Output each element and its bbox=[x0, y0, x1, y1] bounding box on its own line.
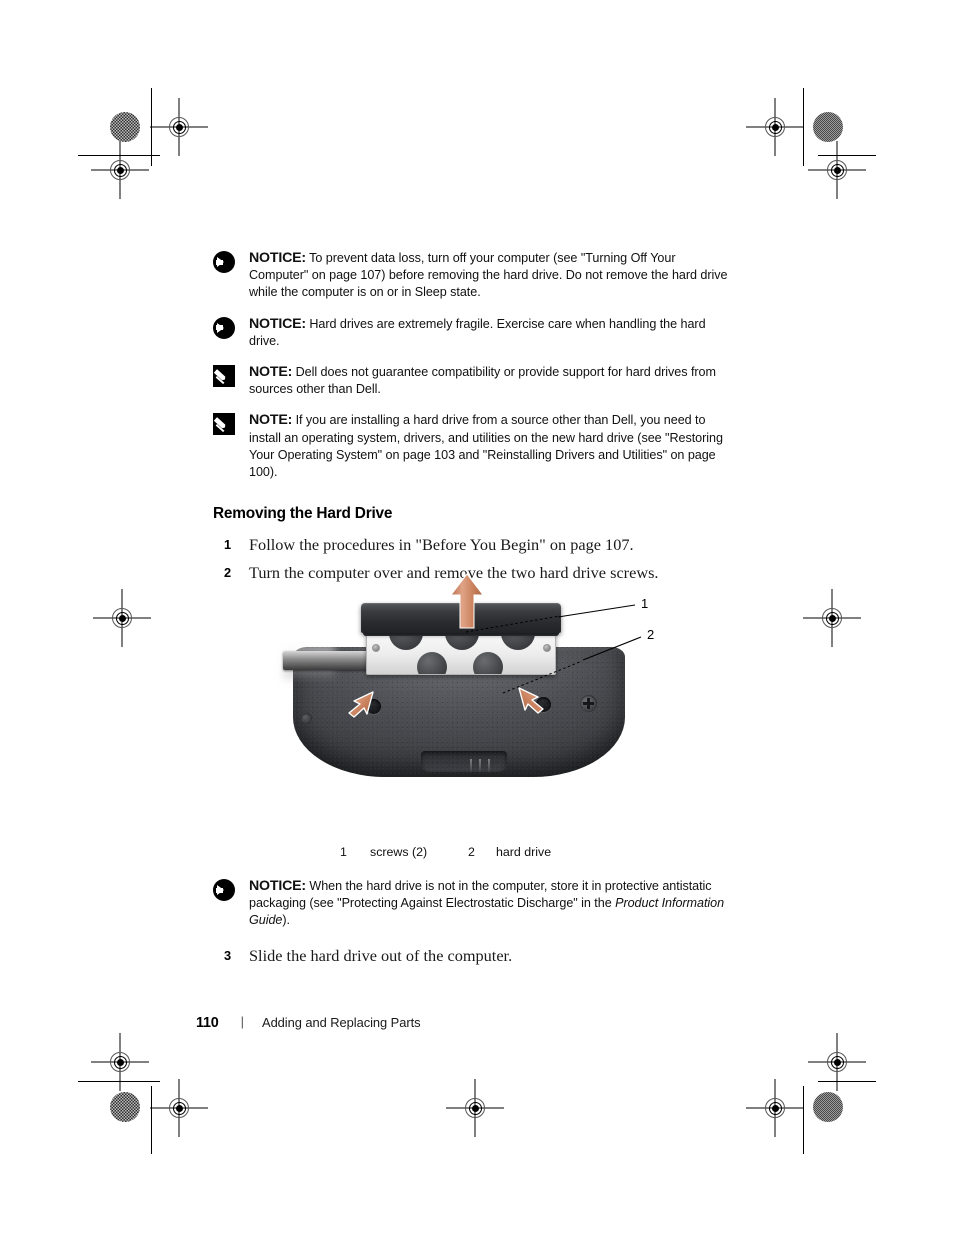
step-number: 1 bbox=[224, 537, 232, 553]
halftone-circle-icon bbox=[110, 1092, 140, 1122]
step-item-3: 3 Slide the hard drive out of the comput… bbox=[213, 944, 733, 967]
crop-line bbox=[818, 1081, 876, 1082]
callout-number-2: 2 bbox=[647, 627, 655, 642]
crop-line bbox=[78, 1081, 160, 1082]
notice-arrow-icon bbox=[213, 316, 235, 339]
page-content-lower: NOTICE: When the hard drive is not in th… bbox=[213, 878, 733, 972]
registration-target-icon bbox=[808, 1033, 866, 1091]
halftone-circle-icon bbox=[813, 1092, 843, 1122]
registration-target-icon bbox=[746, 98, 804, 156]
note-keyword: NOTE: bbox=[249, 412, 293, 429]
note-text-1: NOTE: Dell does not guarantee compatibil… bbox=[249, 364, 733, 398]
note-keyword: NOTE: bbox=[249, 364, 293, 381]
notice-arrow-icon bbox=[213, 879, 235, 901]
notice-text-2: NOTICE: Hard drives are extremely fragil… bbox=[249, 316, 733, 350]
registration-target-icon bbox=[808, 141, 866, 199]
legend-number-2: 2 bbox=[468, 845, 475, 859]
document-page: NOTICE: To prevent data loss, turn off y… bbox=[0, 0, 954, 1235]
registration-target-icon bbox=[446, 1079, 504, 1137]
registration-target-icon bbox=[150, 98, 208, 156]
note-pencil-icon bbox=[213, 413, 235, 436]
notice-block-1: NOTICE: To prevent data loss, turn off y… bbox=[213, 250, 733, 302]
note-text-2: NOTE: If you are installing a hard drive… bbox=[249, 412, 733, 481]
registration-target-icon bbox=[803, 589, 861, 647]
hard-drive-figure: 1 2 bbox=[213, 573, 733, 885]
note-body: If you are installing a hard drive from … bbox=[249, 413, 723, 480]
note-body: Dell does not guarantee compatibility or… bbox=[249, 365, 716, 397]
notice-block-2: NOTICE: Hard drives are extremely fragil… bbox=[213, 316, 733, 350]
notice-body: To prevent data loss, turn off your comp… bbox=[249, 251, 728, 300]
notice-block-3: NOTICE: When the hard drive is not in th… bbox=[213, 878, 733, 930]
callout-leader-lines bbox=[465, 604, 642, 694]
legend-label-1: screws (2) bbox=[370, 845, 428, 859]
notice-keyword: NOTICE: bbox=[249, 315, 306, 332]
page-content: NOTICE: To prevent data loss, turn off y… bbox=[213, 250, 733, 589]
step-text: Follow the procedures in "Before You Beg… bbox=[249, 535, 634, 555]
step-text: Slide the hard drive out of the computer… bbox=[249, 945, 513, 965]
legend-number-1: 1 bbox=[340, 845, 347, 859]
chapter-title: Adding and Replacing Parts bbox=[262, 1015, 421, 1030]
notice-body: Hard drives are extremely fragile. Exerc… bbox=[249, 316, 706, 348]
registration-target-icon bbox=[746, 1079, 804, 1137]
registration-target-icon bbox=[150, 1079, 208, 1137]
notice-keyword: NOTICE: bbox=[249, 878, 306, 894]
note-block-2: NOTE: If you are installing a hard drive… bbox=[213, 412, 733, 481]
note-pencil-icon bbox=[213, 365, 235, 388]
halftone-circle-icon bbox=[813, 112, 843, 142]
page-number: 110 bbox=[196, 1015, 219, 1031]
page-footer: 110 | Adding and Replacing Parts bbox=[196, 1014, 421, 1032]
footer-separator: | bbox=[240, 1014, 245, 1029]
registration-target-icon bbox=[91, 1033, 149, 1091]
registration-target-icon bbox=[91, 141, 149, 199]
legend-label-2: hard drive bbox=[496, 845, 552, 859]
notice-body-post: ). bbox=[282, 913, 290, 928]
step-number: 3 bbox=[224, 947, 232, 963]
notice-keyword: NOTICE: bbox=[249, 250, 306, 266]
step-item-1: 1 Follow the procedures in "Before You B… bbox=[213, 533, 733, 556]
note-block-1: NOTE: Dell does not guarantee compatibil… bbox=[213, 364, 733, 398]
halftone-circle-icon bbox=[110, 112, 140, 142]
callout-number-1: 1 bbox=[641, 596, 649, 611]
section-heading: Removing the Hard Drive bbox=[213, 505, 393, 523]
notice-text-3: NOTICE: When the hard drive is not in th… bbox=[249, 878, 733, 930]
step-number: 2 bbox=[224, 565, 232, 581]
notice-text-1: NOTICE: To prevent data loss, turn off y… bbox=[249, 250, 733, 302]
registration-target-icon bbox=[93, 589, 151, 647]
notice-arrow-icon bbox=[213, 251, 235, 273]
